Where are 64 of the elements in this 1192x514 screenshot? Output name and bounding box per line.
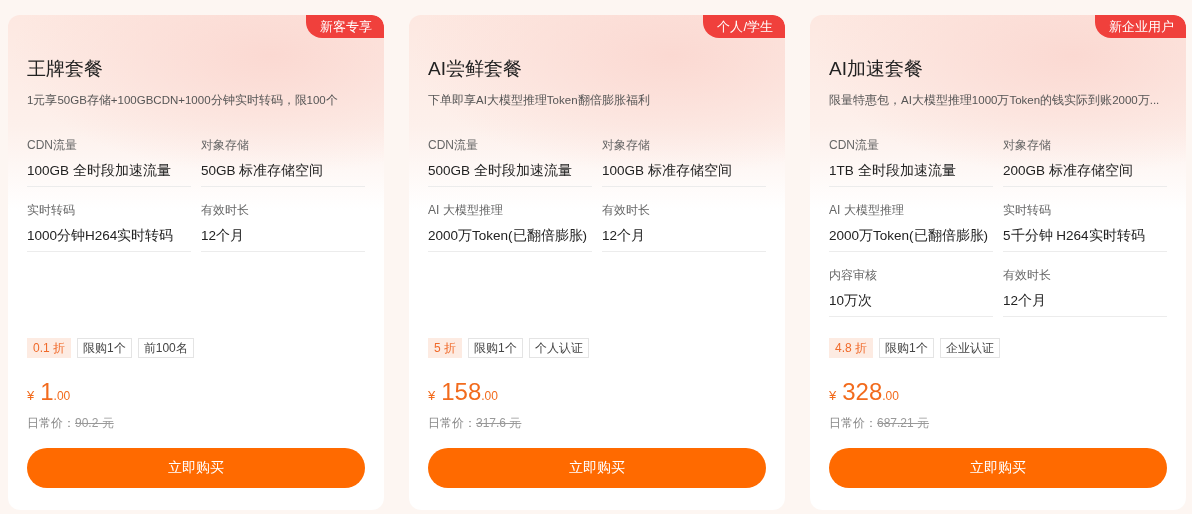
spec-value: 2000万Token(已翻倍膨胀) bbox=[829, 227, 990, 245]
condition-tag: 前100名 bbox=[137, 338, 194, 358]
condition-tag: 限购1个 bbox=[879, 338, 934, 358]
currency-symbol: ¥ bbox=[829, 388, 837, 403]
spec-value: 100GB 全时段加速流量 bbox=[27, 162, 172, 180]
condition-tag: 个人认证 bbox=[528, 338, 589, 358]
plan-title: 王牌套餐 bbox=[27, 57, 104, 81]
spec-value: 50GB 标准存储空间 bbox=[201, 162, 325, 180]
spec-label: 有效时长 bbox=[1003, 267, 1052, 284]
original-price: 687.21 元 bbox=[877, 415, 930, 432]
spec-value: 1TB 全时段加速流量 bbox=[829, 162, 957, 180]
spec-label: 有效时长 bbox=[201, 202, 250, 219]
spec-label: 对象存储 bbox=[602, 137, 651, 154]
spec-label: CDN流量 bbox=[829, 137, 880, 154]
spec-label: 对象存储 bbox=[1003, 137, 1052, 154]
price-integer: 158 bbox=[441, 377, 482, 407]
spec-value: 10万次 bbox=[829, 292, 874, 310]
spec-value: 200GB 标准存储空间 bbox=[1003, 162, 1134, 180]
currency-symbol: ¥ bbox=[27, 388, 35, 403]
original-price-label: 日常价： bbox=[428, 415, 476, 432]
condition-tag: 限购1个 bbox=[77, 338, 132, 358]
spec-value: 5千分钟 H264实时转码 bbox=[1003, 227, 1146, 245]
plan-badge: 个人/学生 bbox=[703, 15, 785, 38]
spec-label: 内容审核 bbox=[829, 267, 878, 284]
plan-badge: 新客专享 bbox=[306, 15, 384, 38]
original-price: 317.6 元 bbox=[476, 415, 522, 432]
spec-value: 2000万Token(已翻倍膨胀) bbox=[428, 227, 589, 245]
spec-label: 实时转码 bbox=[1003, 202, 1052, 219]
currency-symbol: ¥ bbox=[428, 388, 436, 403]
spec-label: AI 大模型推理 bbox=[428, 202, 504, 219]
plan-description: 限量特惠包，AI大模型推理1000万Token的钱实际到账2000万... bbox=[829, 93, 1161, 108]
plan-title: AI加速套餐 bbox=[829, 57, 924, 81]
condition-tag: 企业认证 bbox=[939, 338, 1000, 358]
discount-tag: 5 折 bbox=[428, 338, 462, 358]
price-decimal: .00 bbox=[882, 389, 899, 403]
price-decimal: .00 bbox=[481, 389, 498, 403]
plan-description: 1元享50GB存储+100GBCDN+1000分钟实时转码，限100个 bbox=[27, 93, 339, 108]
spec-value: 12个月 bbox=[201, 227, 246, 245]
spec-label: CDN流量 bbox=[428, 137, 479, 154]
spec-value: 12个月 bbox=[1003, 292, 1048, 310]
original-price-label: 日常价： bbox=[27, 415, 75, 432]
buy-now-button[interactable]: 立即购买 bbox=[829, 448, 1167, 488]
spec-value: 500GB 全时段加速流量 bbox=[428, 162, 573, 180]
price-decimal: .00 bbox=[53, 389, 71, 403]
discount-tag: 4.8 折 bbox=[829, 338, 873, 358]
buy-now-button[interactable]: 立即购买 bbox=[27, 448, 365, 488]
spec-label: CDN流量 bbox=[27, 137, 78, 154]
spec-label: 有效时长 bbox=[602, 202, 651, 219]
discount-tag: 0.1 折 bbox=[27, 338, 71, 358]
original-price: 90.2 元 bbox=[75, 415, 114, 432]
spec-label: 对象存储 bbox=[201, 137, 250, 154]
condition-tag: 限购1个 bbox=[468, 338, 523, 358]
spec-value: 1000分钟H264实时转码 bbox=[27, 227, 175, 245]
price-integer: 1 bbox=[40, 377, 54, 407]
plan-badge: 新企业用户 bbox=[1095, 15, 1186, 38]
spec-value: 12个月 bbox=[602, 227, 647, 245]
plan-description: 下单即享AI大模型推理Token翻倍膨胀福利 bbox=[428, 93, 651, 108]
price-integer: 328 bbox=[842, 377, 883, 407]
spec-label: 实时转码 bbox=[27, 202, 76, 219]
original-price-label: 日常价： bbox=[829, 415, 877, 432]
spec-label: AI 大模型推理 bbox=[829, 202, 905, 219]
spec-value: 100GB 标准存储空间 bbox=[602, 162, 733, 180]
buy-now-button[interactable]: 立即购买 bbox=[428, 448, 766, 488]
plan-title: AI尝鲜套餐 bbox=[428, 57, 523, 81]
